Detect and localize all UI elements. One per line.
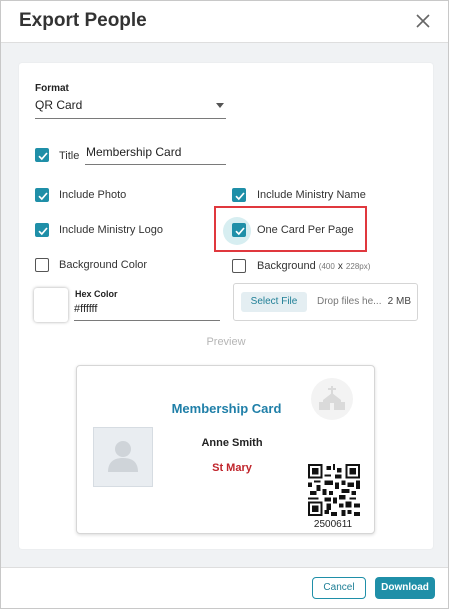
- background-label-group: Background (400 x 228px): [257, 260, 370, 272]
- drop-files-text: Drop files he...: [317, 296, 382, 307]
- checkmark-icon: [38, 192, 48, 201]
- photo-placeholder: [93, 427, 153, 487]
- background-dims-x: x: [337, 261, 343, 272]
- download-button[interactable]: Download: [375, 577, 435, 599]
- person-placeholder-icon: [108, 441, 138, 472]
- background-color-checkbox[interactable]: [35, 258, 49, 272]
- member-number: 2500611: [313, 519, 353, 530]
- close-icon[interactable]: [414, 12, 432, 30]
- chevron-down-icon: [216, 103, 224, 108]
- one-card-per-page-label: One Card Per Page: [257, 224, 354, 236]
- include-photo-label: Include Photo: [59, 189, 127, 201]
- export-form: Format QR Card Title Membership Card Inc…: [19, 63, 433, 549]
- include-ministry-logo-checkbox[interactable]: [35, 223, 49, 237]
- preview-card: Membership Card Anne Smith St Mary 25006…: [76, 365, 375, 534]
- background-checkbox[interactable]: [232, 259, 246, 273]
- background-color-label: Background Color: [59, 259, 148, 271]
- hex-color-label: Hex Color: [75, 289, 118, 299]
- title-checkbox[interactable]: [35, 148, 49, 162]
- preview-label: Preview: [206, 336, 246, 348]
- checkmark-icon: [38, 152, 48, 161]
- format-select[interactable]: QR Card: [35, 95, 226, 119]
- select-file-button[interactable]: Select File: [241, 292, 307, 312]
- include-ministry-logo-label: Include Ministry Logo: [59, 224, 163, 236]
- checkmark-icon: [38, 227, 48, 236]
- dialog-footer: Cancel Download: [1, 567, 448, 608]
- one-card-per-page-checkbox[interactable]: [232, 223, 246, 237]
- qr-code-icon: [308, 464, 360, 516]
- hex-color-input[interactable]: #ffffff: [74, 301, 220, 321]
- checkmark-icon: [235, 192, 245, 201]
- format-label: Format: [35, 83, 69, 94]
- title-input[interactable]: Membership Card: [85, 141, 226, 165]
- background-dims-width: (400: [318, 262, 335, 271]
- member-name: Anne Smith: [201, 437, 263, 449]
- include-photo-checkbox[interactable]: [35, 188, 49, 202]
- checkmark-icon: [235, 227, 245, 236]
- include-ministry-name-checkbox[interactable]: [232, 188, 246, 202]
- file-drop-zone[interactable]: Select File Drop files he... 2 MB: [233, 283, 418, 321]
- background-dims-height: 228px): [345, 262, 371, 271]
- card-title: Membership Card: [171, 401, 282, 416]
- title-checkbox-label: Title: [59, 150, 80, 162]
- ministry-name: St Mary: [212, 462, 252, 474]
- dialog-header: Export People: [1, 1, 448, 43]
- format-value: QR Card: [35, 98, 83, 112]
- dialog-title: Export People: [19, 10, 147, 31]
- export-people-dialog: Export People Format QR Card Title Membe…: [0, 0, 449, 609]
- max-file-size: 2 MB: [387, 296, 411, 307]
- background-label: Background: [257, 260, 316, 272]
- color-swatch[interactable]: [34, 288, 68, 322]
- include-ministry-name-label: Include Ministry Name: [257, 189, 366, 201]
- cancel-button[interactable]: Cancel: [312, 577, 366, 599]
